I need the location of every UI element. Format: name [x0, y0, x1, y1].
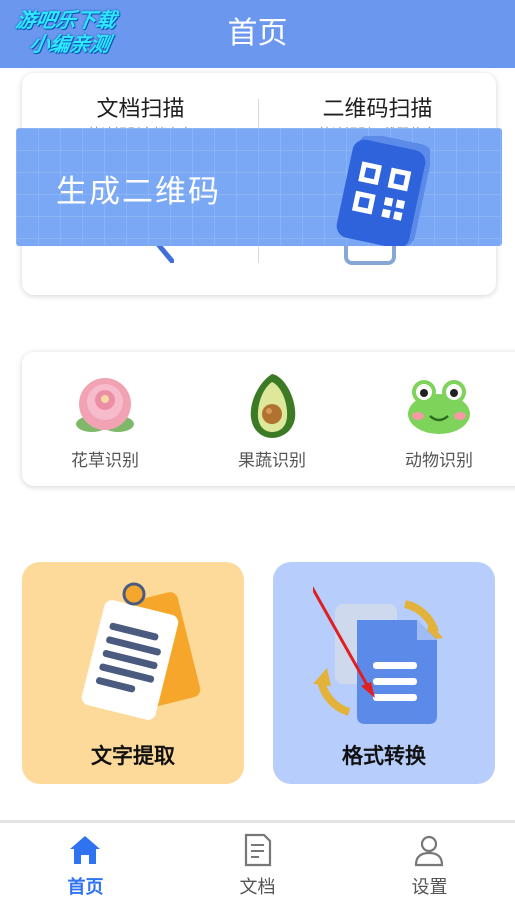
flower-recognition-item[interactable]: 花草识别 — [22, 352, 188, 486]
flower-recognition-label: 花草识别 — [71, 451, 139, 471]
nav-settings-label: 设置 — [411, 877, 448, 898]
user-icon — [414, 835, 444, 867]
format-convert-tile[interactable]: 格式转换 — [273, 562, 495, 784]
phone-base-icon — [344, 243, 396, 265]
fruit-recognition-label: 果蔬识别 — [238, 451, 306, 471]
avocado-icon — [250, 374, 296, 438]
document-text-icon — [81, 582, 201, 720]
generate-qrcode-label: 生成二维码 — [56, 174, 221, 210]
rose-flower-icon — [76, 378, 134, 432]
nav-documents[interactable]: 文档 — [172, 823, 343, 899]
nav-settings[interactable]: 设置 — [344, 823, 515, 899]
document-icon — [244, 833, 272, 867]
document-scan-title[interactable]: 文档扫描 — [22, 91, 259, 123]
nav-home-label: 首页 — [67, 877, 104, 898]
qr-code-phone-icon — [336, 136, 430, 246]
text-extract-label: 文字提取 — [91, 744, 175, 768]
home-icon — [70, 836, 100, 864]
fruit-recognition-item[interactable]: 果蔬识别 — [189, 352, 355, 486]
animal-recognition-label: 动物识别 — [405, 451, 473, 471]
app-header: 游吧乐下载 小编亲测 首页 — [0, 0, 515, 68]
qrcode-scan-title[interactable]: 二维码扫描 — [259, 91, 496, 123]
text-extract-tile[interactable]: 文字提取 — [22, 562, 244, 784]
nav-home[interactable]: 首页 — [0, 823, 171, 899]
bottom-nav: 首页 文档 设置 — [0, 820, 515, 899]
animal-recognition-item[interactable]: 动物识别 — [356, 352, 515, 486]
frog-icon — [408, 380, 470, 434]
file-convert-icon — [313, 586, 443, 724]
nav-documents-label: 文档 — [239, 877, 276, 898]
generate-qrcode-banner[interactable]: 生成二维码 — [16, 128, 502, 246]
format-convert-label: 格式转换 — [342, 744, 426, 768]
recognition-card: 花草识别 果蔬识别 动物识别 — [22, 352, 515, 486]
page-title: 首页 — [227, 16, 288, 51]
